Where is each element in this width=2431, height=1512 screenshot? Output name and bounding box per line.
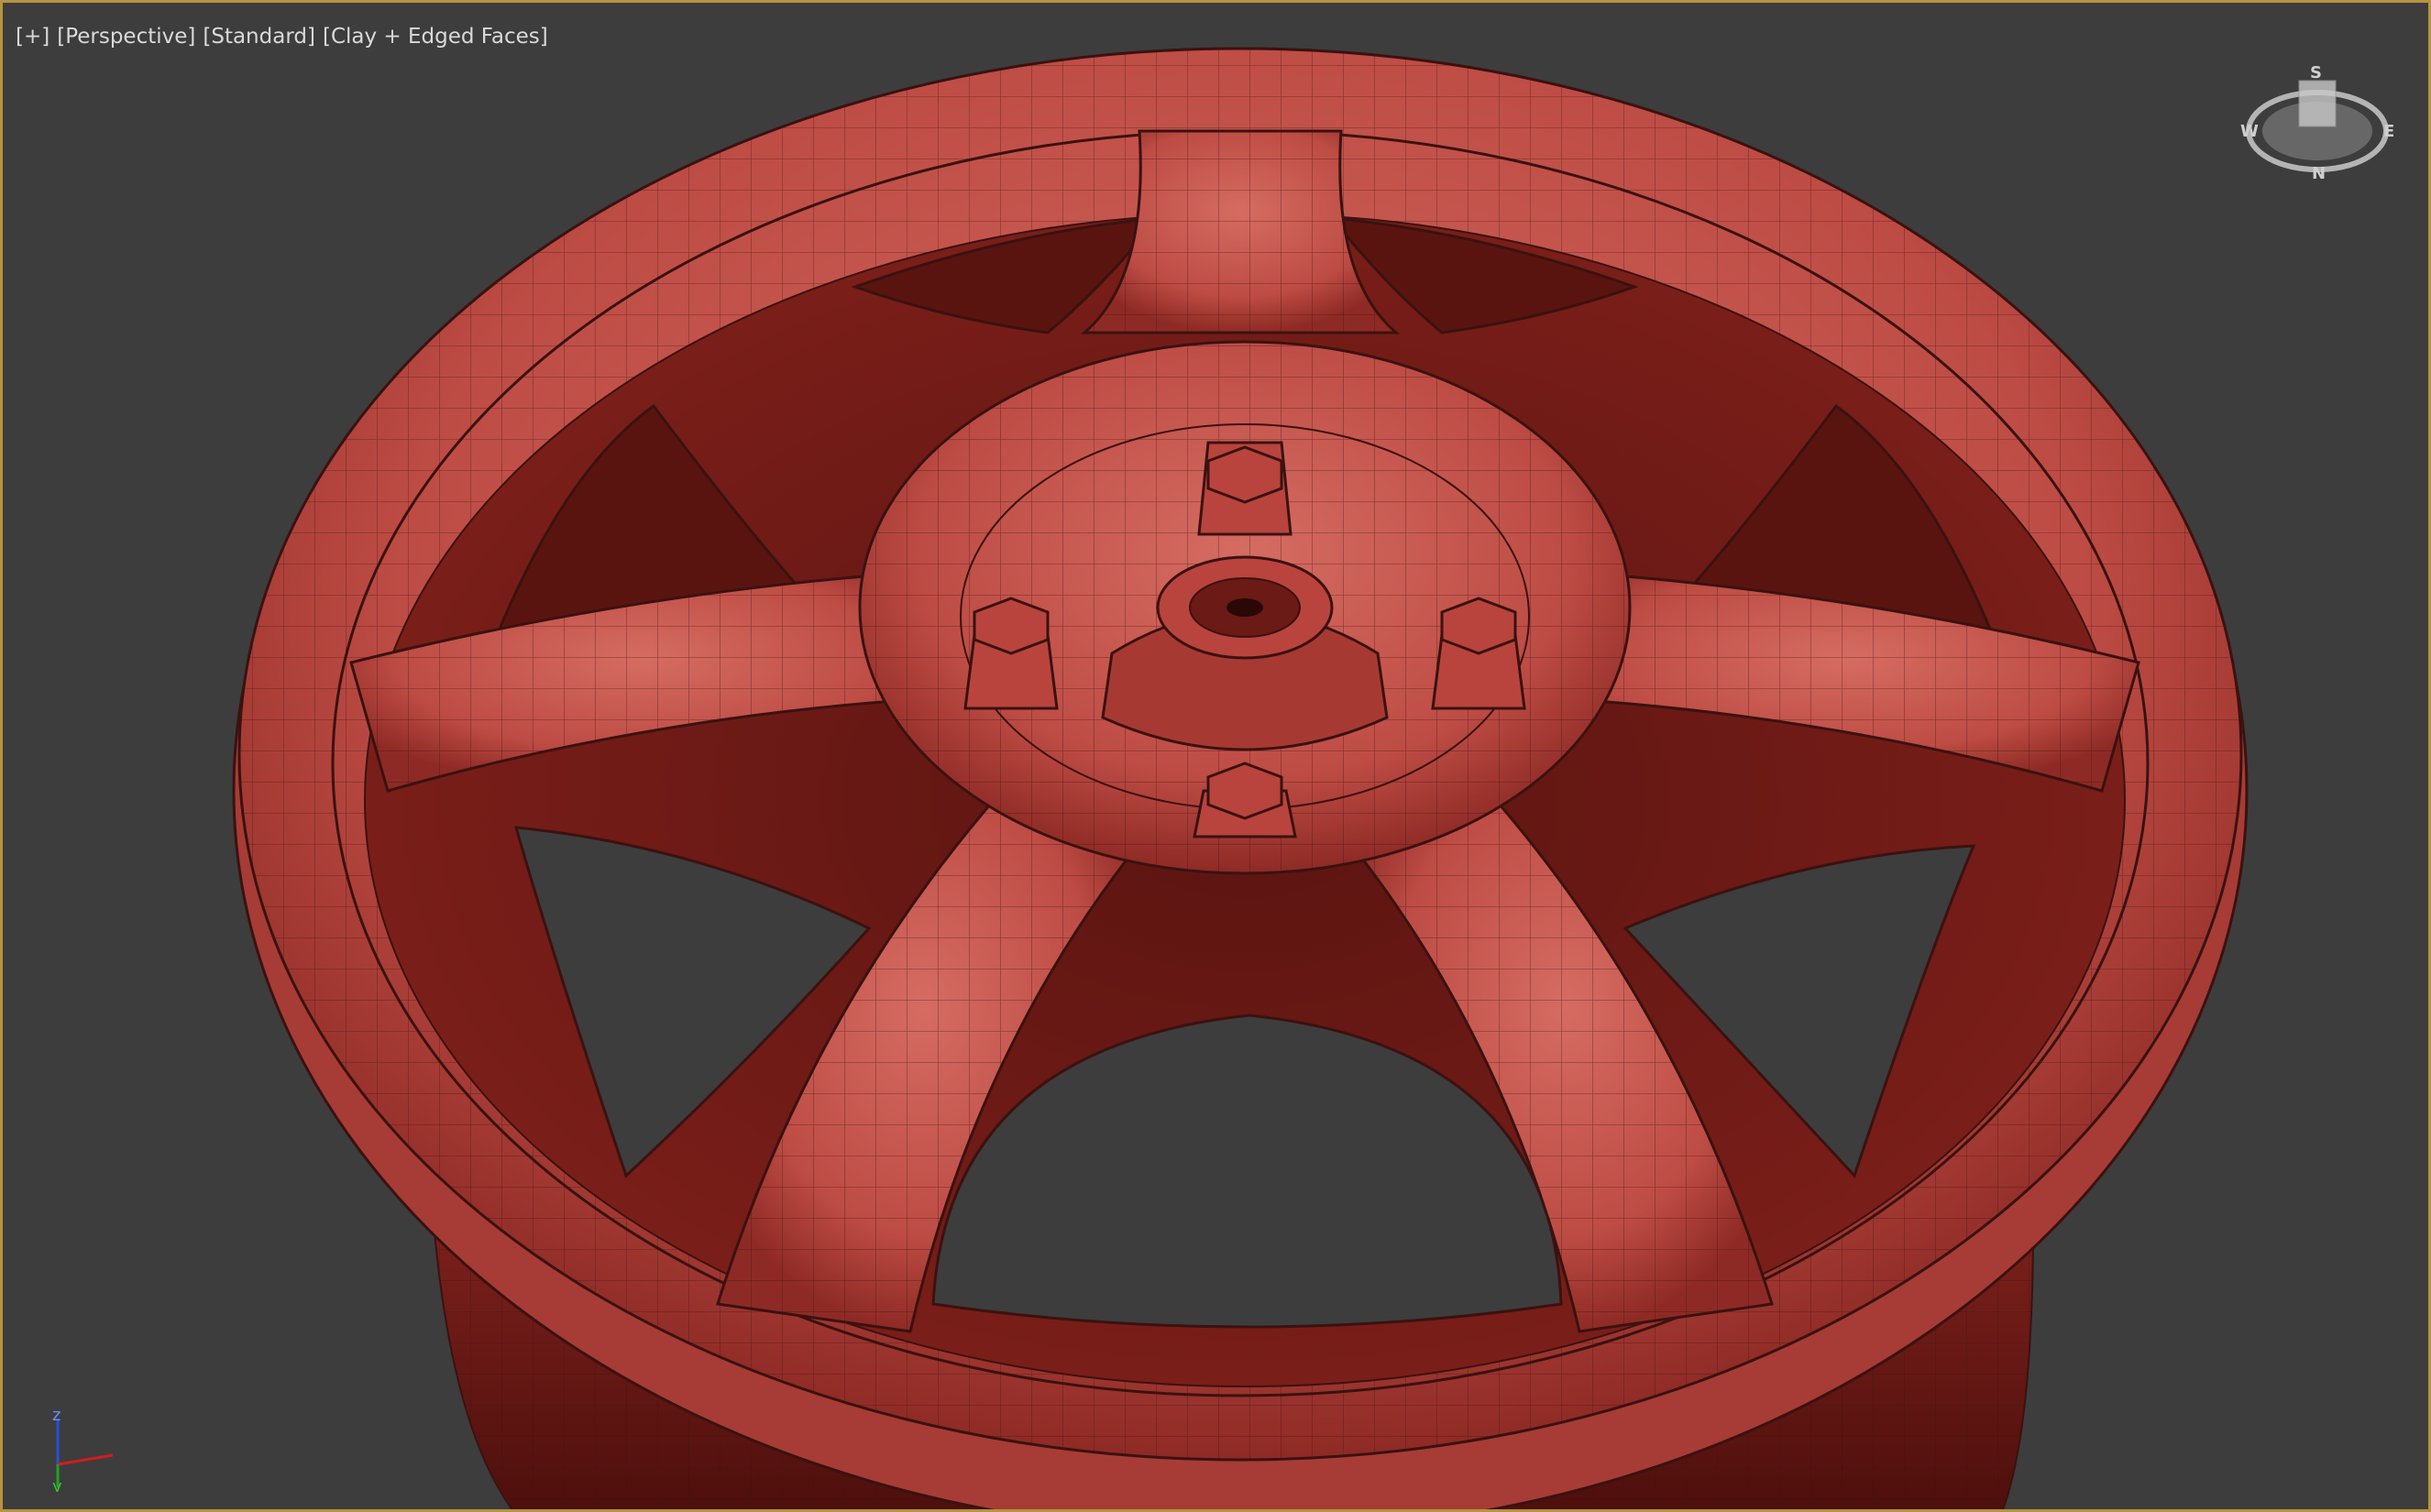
viewport-label-menu: [+] [Perspective] [Standard] [Clay + Edg… [16,23,548,50]
compass-south-label[interactable]: S [2310,63,2322,82]
axis-y-label: y [52,1477,62,1492]
viewport-standard-menu[interactable]: [Standard] [203,23,315,50]
compass-north-label[interactable]: N [2312,164,2326,183]
viewcube-icon[interactable]: S W E N [2235,63,2400,186]
viewport-point-of-view-menu[interactable]: [Perspective] [57,23,195,50]
compass-west-label[interactable]: W [2240,122,2259,141]
axis-tripod-icon: z y [39,1406,122,1496]
compass-east-label[interactable]: E [2383,122,2394,141]
axis-z-label: z [52,1409,60,1425]
viewport-shading-menu[interactable]: [Clay + Edged Faces] [323,23,548,50]
perspective-viewport[interactable]: [+] [Perspective] [Standard] [Clay + Edg… [0,0,2431,1512]
wheel-rim-mesh[interactable] [3,3,2431,1512]
viewport-general-menu[interactable]: [+] [16,23,50,50]
